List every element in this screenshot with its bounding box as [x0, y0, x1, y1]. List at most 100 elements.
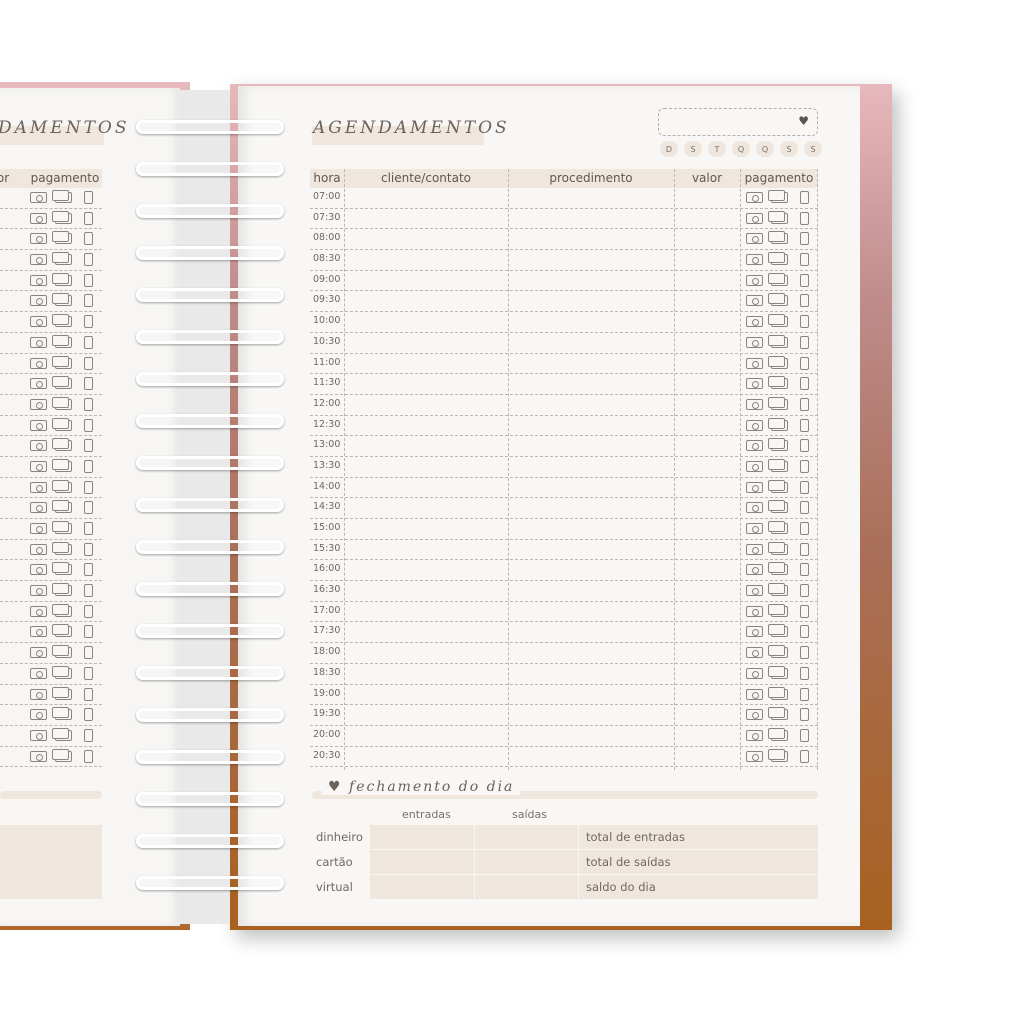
card-icon: [768, 396, 788, 410]
cash-icon: [30, 460, 47, 472]
left-schedule-grid: or pagamento: [0, 169, 102, 770]
cash-icon: [746, 316, 763, 328]
table-row: 13:30: [310, 457, 818, 478]
phone-icon: [84, 584, 93, 598]
card-icon: [52, 727, 72, 741]
left-table-row: [0, 685, 102, 706]
phone-icon: [84, 191, 93, 204]
phone-icon: [800, 356, 809, 370]
cash-icon: [30, 729, 47, 741]
table-row: 17:30: [310, 622, 818, 644]
cash-icon: [746, 295, 763, 307]
phone-icon: [84, 439, 93, 453]
left-table-row: [0, 643, 102, 664]
weekday-s2: S: [780, 141, 798, 157]
row-virtual: virtual: [316, 880, 353, 894]
phone-icon: [800, 232, 809, 246]
table-row: 07:30: [310, 209, 818, 230]
hour-label: 14:30: [313, 501, 341, 513]
card-icon: [768, 624, 788, 638]
left-table-row: [0, 519, 102, 540]
left-table-row: [0, 726, 102, 747]
coil-ring: [136, 456, 284, 470]
payment-icons: [744, 314, 816, 330]
payment-icons: [744, 521, 816, 537]
col-cliente: cliente/contato: [380, 171, 472, 185]
left-table-row: [0, 540, 102, 561]
cash-icon: [30, 378, 47, 390]
phone-icon: [800, 459, 809, 473]
hour-label: 18:30: [313, 666, 341, 678]
payment-icons: [744, 645, 816, 661]
card-icon: [768, 293, 788, 307]
weekday-q2: Q: [756, 141, 774, 157]
card-icon: [52, 376, 72, 390]
card-icon: [52, 231, 72, 245]
spiral-coil: [136, 328, 284, 348]
card-icon: [52, 686, 72, 700]
cash-icon: [30, 750, 47, 762]
planner-scene: DAMENTOS or pagamento AGENDAMENTOS ♥ D S…: [0, 0, 1024, 1024]
cash-icon: [30, 295, 47, 307]
saldo-do-dia: saldo do dia: [586, 880, 656, 894]
payment-icons: [744, 334, 816, 351]
payment-icons: [28, 458, 100, 475]
left-page-title: DAMENTOS: [0, 118, 130, 138]
cash-icon: [30, 419, 47, 431]
card-icon: [768, 727, 788, 741]
coil-ring: [136, 204, 284, 218]
coil-ring: [136, 792, 284, 806]
payment-icons: [744, 727, 816, 744]
payment-icons: [744, 707, 816, 723]
left-table-row: [0, 560, 102, 582]
cash-icon: [746, 750, 763, 762]
spiral-coil: [136, 748, 284, 768]
payment-icons: [744, 210, 816, 227]
table-row: 17:00: [310, 602, 818, 623]
card-icon: [768, 521, 788, 534]
coil-ring: [136, 162, 284, 176]
payment-icons: [28, 376, 100, 392]
closing-separator: [474, 825, 475, 899]
spiral-coil: [136, 622, 284, 642]
phone-icon: [800, 687, 809, 701]
phone-icon: [800, 397, 809, 411]
col-entradas: entradas: [402, 808, 451, 821]
phone-icon: [84, 232, 93, 246]
cash-icon: [30, 585, 47, 597]
card-icon: [52, 396, 72, 410]
hour-label: 19:00: [313, 687, 341, 699]
left-table-row: [0, 209, 102, 230]
row-cartao: cartão: [316, 855, 353, 869]
col-divider: [344, 169, 345, 770]
hour-label: 16:30: [313, 584, 341, 596]
phone-icon: [800, 191, 809, 204]
payment-icons: [28, 334, 100, 351]
phone-icon: [84, 273, 93, 287]
payment-icons: [28, 314, 100, 330]
coil-ring: [136, 414, 284, 428]
phone-icon: [84, 335, 93, 349]
cash-icon: [746, 688, 763, 700]
hour-label: 09:30: [313, 294, 341, 306]
page-title: AGENDAMENTOS: [313, 118, 510, 138]
hour-label: 20:00: [313, 728, 341, 740]
phone-icon: [800, 480, 809, 494]
payment-icons: [28, 252, 100, 268]
spiral-coil: [136, 580, 284, 600]
card-icon: [768, 210, 788, 224]
card-icon: [768, 438, 788, 452]
cash-icon: [746, 357, 763, 369]
payment-icons: [28, 231, 100, 247]
table-row: 15:00: [310, 519, 818, 540]
card-icon: [52, 479, 72, 493]
phone-icon: [800, 625, 809, 639]
left-table-row: [0, 312, 102, 333]
card-icon: [52, 417, 72, 431]
left-table-row: [0, 747, 102, 768]
payment-icons: [744, 500, 816, 516]
spiral-coil: [136, 370, 284, 390]
payment-icons: [744, 686, 816, 703]
payment-icons: [744, 458, 816, 475]
hour-label: 11:00: [313, 356, 341, 368]
